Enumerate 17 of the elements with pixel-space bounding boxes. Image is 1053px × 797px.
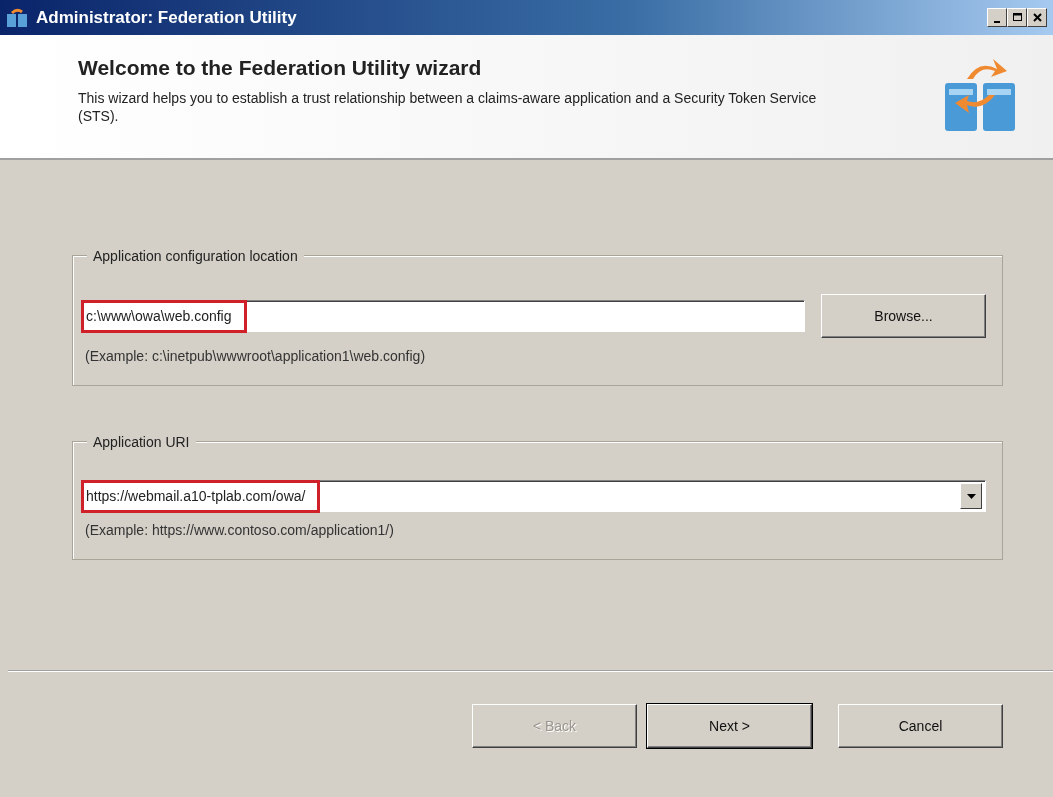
combo-box[interactable]: https://webmail.a10-tplab.com/owa/ xyxy=(81,480,986,512)
app-icon xyxy=(6,7,28,28)
cancel-button[interactable]: Cancel xyxy=(838,704,1003,748)
wizard-description: This wizard helps you to establish a trust relationship between a claims-aware application and a Security Token Service (STS). xyxy=(78,90,818,126)
minimize-icon xyxy=(994,20,1000,23)
close-icon xyxy=(1031,12,1043,23)
example-text: (Example: c:\inetpub\wwwroot\application1\web.config) xyxy=(84,347,427,366)
input-field[interactable]: c:\www\owa\web.config xyxy=(81,300,805,332)
wizard-title: Welcome to the Federation Utility wizard xyxy=(78,55,483,81)
next-button[interactable]: Next > xyxy=(647,704,812,748)
close-button[interactable] xyxy=(1027,8,1047,27)
maximize-button[interactable] xyxy=(1007,8,1027,27)
maximize-icon xyxy=(1011,12,1023,23)
minimize-button[interactable] xyxy=(987,8,1007,27)
window-title: Administrator: Federation Utility xyxy=(36,6,298,29)
browse-button[interactable]: Browse... xyxy=(821,294,986,338)
example-text: (Example: https://www.contoso.com/application1/) xyxy=(84,521,395,540)
